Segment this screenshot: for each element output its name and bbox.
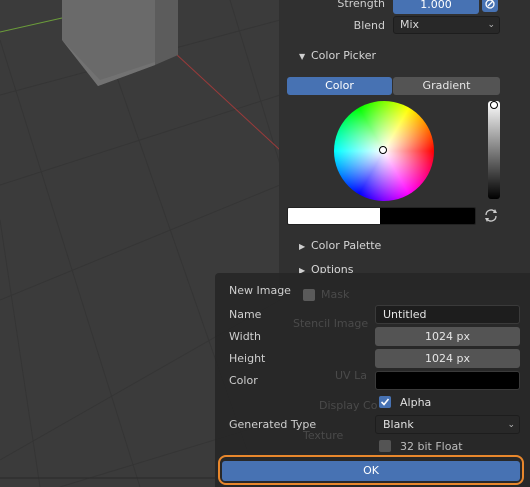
brush-settings-panel: Strength 1.000 Blend Mix ⌄ ▼ Color Picker… <box>279 0 530 290</box>
blend-label: Blend <box>353 19 385 32</box>
secondary-color-swatch[interactable] <box>380 208 475 224</box>
blend-value: Mix <box>400 18 420 31</box>
strength-row: Strength 1.000 <box>279 0 530 14</box>
name-input[interactable]: Untitled <box>375 305 520 324</box>
generated-type-dropdown[interactable]: Blank ⌄ <box>375 415 520 434</box>
width-label: Width <box>229 330 261 343</box>
color-swatch-pair[interactable] <box>287 207 476 225</box>
pressure-toggle-button[interactable] <box>482 0 498 12</box>
name-label: Name <box>229 308 262 321</box>
alpha-label: Alpha <box>400 396 432 409</box>
swap-colors-button[interactable] <box>482 207 500 223</box>
color-swatch-field[interactable] <box>375 371 520 390</box>
strength-field[interactable]: 1.000 <box>393 0 479 14</box>
dialog-title: New Image <box>229 284 291 297</box>
tab-color[interactable]: Color <box>287 77 392 95</box>
checkmark-icon <box>380 398 390 406</box>
pen-pressure-icon <box>485 0 495 9</box>
generated-type-value: Blank <box>383 418 414 431</box>
blend-dropdown[interactable]: Mix ⌄ <box>393 16 500 34</box>
width-field[interactable]: 1024 px <box>375 327 520 346</box>
swap-arrows-icon <box>485 209 497 222</box>
height-field[interactable]: 1024 px <box>375 349 520 368</box>
generated-type-label: Generated Type <box>229 418 317 431</box>
collapse-triangle-right-icon: ▶ <box>299 242 306 251</box>
alpha-checkbox[interactable] <box>379 396 391 408</box>
color-wheel-cursor[interactable] <box>379 146 387 154</box>
collapse-triangle-down-icon: ▼ <box>299 52 306 61</box>
float-checkbox[interactable] <box>379 440 391 452</box>
tab-gradient[interactable]: Gradient <box>393 77 500 95</box>
chevron-down-icon: ⌄ <box>487 20 495 30</box>
chevron-down-icon: ⌄ <box>507 420 515 430</box>
color-wheel[interactable] <box>334 101 434 201</box>
color-picker-header[interactable]: ▼ Color Picker <box>299 49 376 62</box>
color-palette-title: Color Palette <box>311 239 382 252</box>
color-label: Color <box>229 374 258 387</box>
ok-button[interactable]: OK <box>222 461 520 481</box>
value-slider-handle[interactable] <box>490 101 498 109</box>
strength-label: Strength <box>337 0 385 10</box>
primary-color-swatch[interactable] <box>288 208 380 224</box>
float-label: 32 bit Float <box>400 440 463 453</box>
value-slider[interactable] <box>488 101 500 199</box>
color-picker-title: Color Picker <box>311 49 376 62</box>
blend-row: Blend Mix ⌄ <box>279 16 530 36</box>
height-label: Height <box>229 352 266 365</box>
color-palette-header[interactable]: ▶ Color Palette <box>299 239 381 252</box>
